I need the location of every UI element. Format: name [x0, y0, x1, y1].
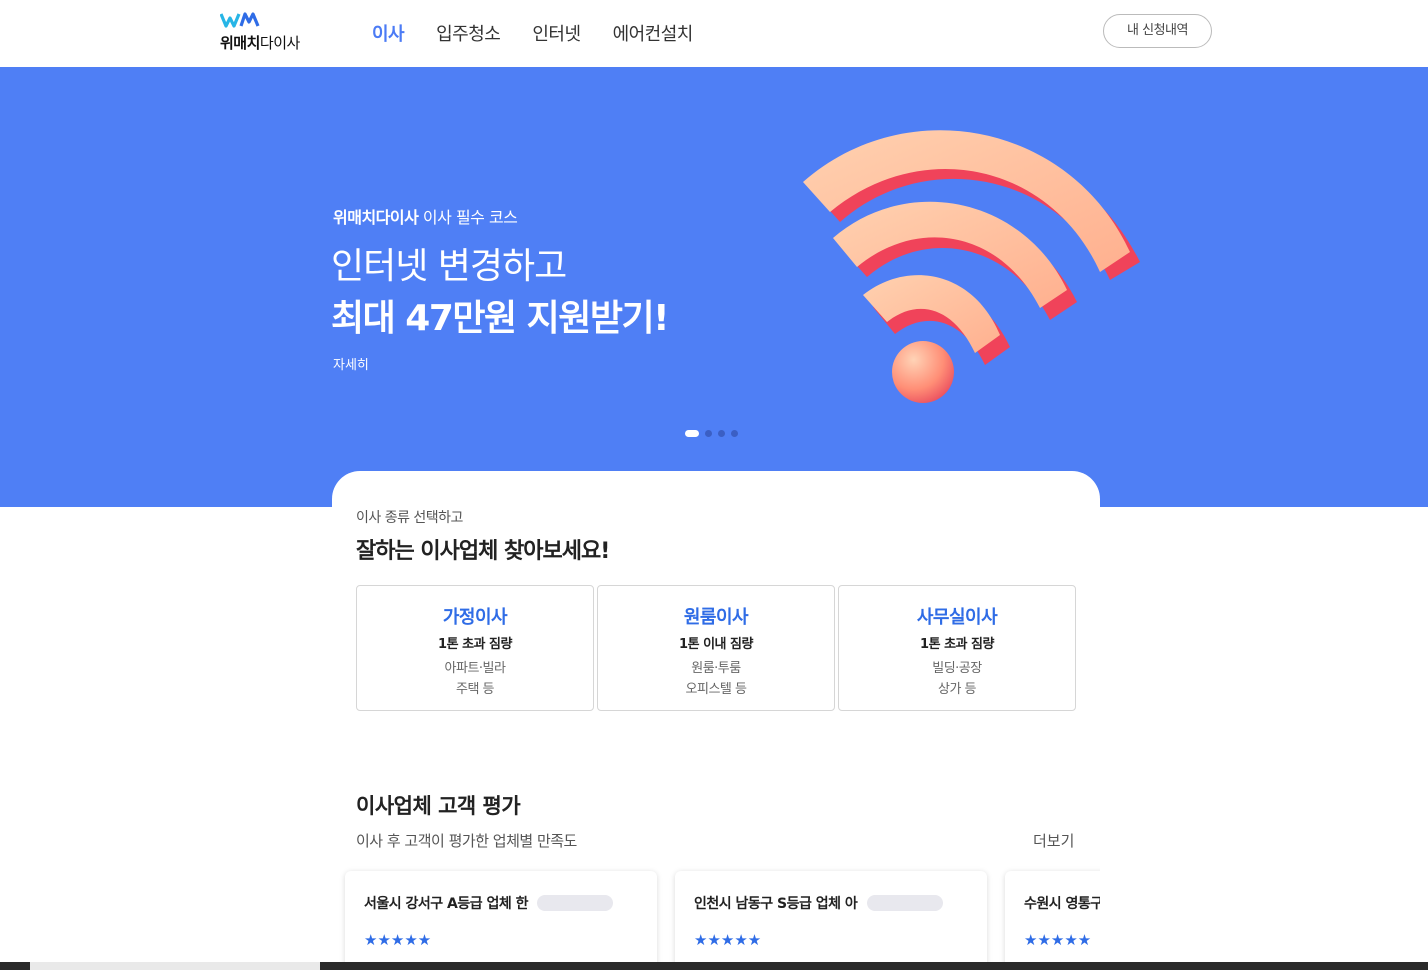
card-desc: 아파트·빌라 주택 등: [444, 661, 506, 697]
logo-mark-icon: [220, 12, 260, 28]
review-company: 수원시 영통구: [1024, 896, 1100, 912]
reviews-carousel[interactable]: 서울시 강서구 A등급 업체 한 ★★★★★ 인천시 남동구 S등급 업체 아 …: [332, 858, 1100, 962]
card-load: 1톤 초과 짐량: [920, 637, 994, 652]
wifi-3d-icon: [803, 130, 1140, 403]
carousel-dots: [685, 430, 738, 437]
site-header: 위매치다이사 이사 입주청소 인터넷 에어컨설치 내 신청내역: [0, 0, 1428, 67]
nav-item-cleaning[interactable]: 입주청소: [436, 20, 501, 46]
rating-stars-icon: ★★★★★: [694, 931, 762, 949]
nav-item-aircon[interactable]: 에어컨설치: [613, 20, 694, 46]
hero-banner[interactable]: 위매치다이사 이사 필수 코스 인터넷 변경하고 최대 47만원 지원받기! 자…: [0, 67, 1428, 507]
masked-name: [867, 895, 943, 911]
rating-stars-icon: ★★★★★: [1024, 931, 1092, 949]
moving-type-list: 가정이사 1톤 초과 짐량 아파트·빌라 주택 등 원룸이사 1톤 이내 짐량 원…: [356, 585, 1076, 711]
masked-name: [537, 895, 613, 911]
hero-headline-1: 인터넷 변경하고: [331, 246, 567, 287]
carousel-dot-1[interactable]: [685, 430, 699, 437]
reviews-more-link[interactable]: 더보기: [1033, 830, 1074, 851]
hero-eyebrow: 위매치다이사 이사 필수 코스: [333, 208, 518, 227]
card-name: 원룸이사: [683, 607, 749, 628]
card-load: 1톤 이내 짐량: [679, 637, 753, 652]
card-desc: 원룸·투룸 오피스텔 등: [685, 661, 747, 697]
rating-stars-icon: ★★★★★: [364, 931, 432, 949]
moving-type-card-home[interactable]: 가정이사 1톤 초과 짐량 아파트·빌라 주택 등: [356, 585, 594, 711]
card-desc: 빌딩·공장 상가 등: [932, 661, 982, 697]
logo-text: 위매치다이사: [220, 34, 300, 52]
card-load: 1톤 초과 짐량: [438, 637, 512, 652]
moving-type-card-oneroom[interactable]: 원룸이사 1톤 이내 짐량 원룸·투룸 오피스텔 등: [597, 585, 835, 711]
review-company: 서울시 강서구 A등급 업체 한: [364, 896, 529, 912]
bottom-strip: [0, 962, 1428, 970]
hero-headline-2: 최대 47만원 지원받기!: [331, 298, 670, 339]
my-applications-button[interactable]: 내 신청내역: [1103, 14, 1212, 48]
carousel-dot-4[interactable]: [731, 430, 738, 437]
review-card[interactable]: 수원시 영통구 ★★★★★: [1005, 871, 1100, 962]
moving-type-title: 잘하는 이사업체 찾아보세요!: [356, 539, 610, 564]
card-name: 사무실이사: [916, 607, 998, 628]
moving-type-subtitle: 이사 종류 선택하고: [356, 510, 463, 526]
review-card[interactable]: 서울시 강서구 A등급 업체 한 ★★★★★: [345, 871, 657, 962]
logo[interactable]: 위매치다이사: [220, 12, 310, 52]
nav-item-moving[interactable]: 이사: [372, 20, 405, 46]
review-card[interactable]: 인천시 남동구 S등급 업체 아 ★★★★★: [675, 871, 987, 962]
hero-more-link[interactable]: 자세히: [333, 354, 369, 373]
reviews-subtitle: 이사 후 고객이 평가한 업체별 만족도: [356, 832, 577, 850]
nav-item-internet[interactable]: 인터넷: [532, 20, 581, 46]
reviews-title: 이사업체 고객 평가: [356, 794, 521, 818]
carousel-dot-3[interactable]: [718, 430, 725, 437]
main-nav: 이사 입주청소 인터넷 에어컨설치: [372, 20, 693, 46]
carousel-dot-2[interactable]: [705, 430, 712, 437]
bottom-strip-light: [30, 962, 320, 970]
review-company: 인천시 남동구 S등급 업체 아: [694, 896, 858, 912]
card-name: 가정이사: [442, 607, 508, 628]
moving-type-card-office[interactable]: 사무실이사 1톤 초과 짐량 빌딩·공장 상가 등: [838, 585, 1076, 711]
